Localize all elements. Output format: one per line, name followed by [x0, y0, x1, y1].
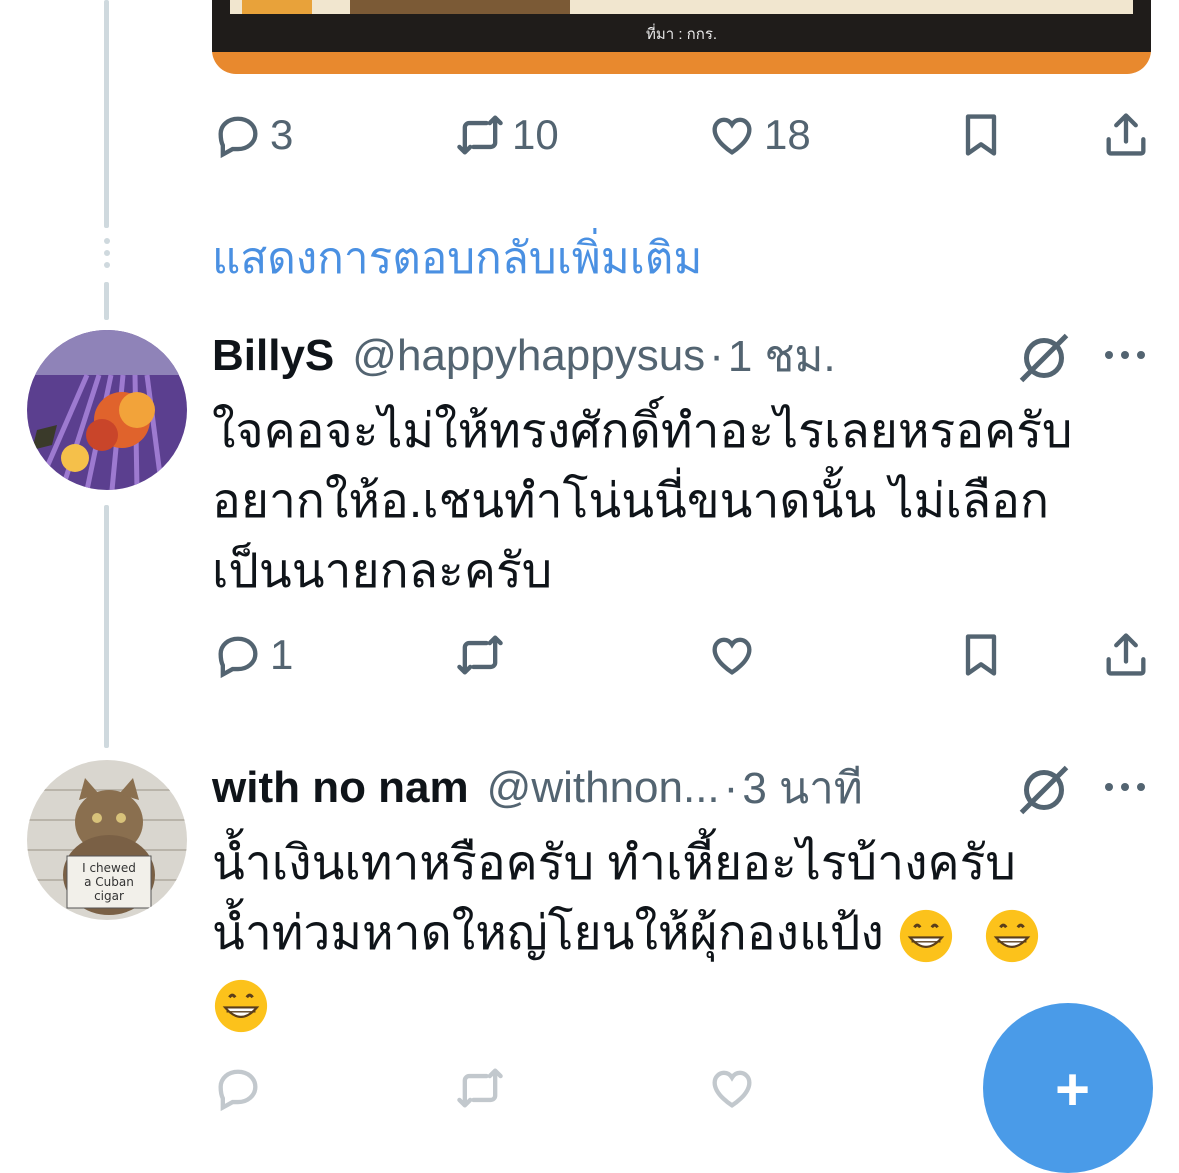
tweet-media-card[interactable]: ที่มา : กกร. — [212, 0, 1151, 74]
tweet-text-line: ใจคอจะไม่ให้ทรงศักดิ์ทำอะไรเลยหรอครับ — [212, 405, 1073, 458]
reply-header: BillyS @happyhappysus · 1 ชม. — [212, 328, 836, 384]
reply-icon — [218, 116, 258, 159]
compose-button[interactable]: + — [983, 1003, 1153, 1173]
media-source-caption: ที่มา : กกร. — [645, 26, 718, 43]
bookmark-button[interactable] — [955, 105, 1007, 165]
like-icon — [712, 1070, 752, 1108]
reply-header: with no nam @withnon... · 3 นาที — [212, 760, 863, 816]
like-icon — [712, 637, 752, 675]
grinning-emoji-icon — [900, 910, 953, 963]
like-button[interactable] — [706, 1058, 758, 1118]
tweet-text-emoji-line — [212, 969, 1132, 1039]
grok-icon[interactable] — [1014, 328, 1074, 388]
retweet-icon — [457, 635, 503, 675]
retweet-icon — [457, 1068, 503, 1108]
reply-button[interactable]: 1 — [212, 625, 293, 685]
display-name[interactable]: with no nam — [212, 763, 469, 813]
avatar-image-cat-mugshot: I chewed a Cuban cigar — [27, 760, 187, 920]
avatar-sign-line: I chewed — [82, 861, 136, 875]
grok-icon[interactable] — [1014, 760, 1074, 820]
user-handle[interactable]: @withnon... — [487, 763, 720, 813]
avatar-image-lavender-fire — [27, 330, 187, 490]
reply-count: 3 — [270, 111, 294, 158]
reply-icon — [218, 636, 258, 679]
thread-line-top — [104, 0, 109, 228]
tweet-text-line: อยากให้อ.เชนทำโน่นนี่ขนาดนั้น ไม่เลือก — [212, 475, 1050, 528]
bookmark-button[interactable] — [955, 625, 1007, 685]
user-handle[interactable]: @happyhappysus — [352, 331, 705, 381]
tweet-text-line-with-emoji: น้ำท่วมหาดใหญ่โยนให้ผุ้กองแป้ง — [212, 899, 1132, 969]
grinning-emoji-icon — [985, 910, 1038, 963]
avatar[interactable] — [27, 330, 187, 490]
retweet-button[interactable] — [454, 625, 506, 685]
grinning-emoji-icon — [214, 980, 268, 1033]
share-button[interactable] — [1100, 105, 1152, 165]
timestamp[interactable]: 3 นาที — [742, 753, 862, 823]
media-strip — [230, 0, 1133, 14]
more-icon[interactable] — [1101, 772, 1149, 802]
separator-dot: · — [723, 763, 739, 812]
tweet-text-line: น้ำเงินเทาหรือครับ ทำเหี้ยอะไรบ้างครับ — [212, 837, 1016, 890]
retweet-button[interactable]: 10 — [454, 105, 559, 165]
more-icon[interactable] — [1101, 340, 1149, 370]
share-button[interactable] — [1100, 625, 1152, 685]
retweet-icon — [457, 115, 503, 155]
show-more-replies-link[interactable]: แสดงการตอบกลับเพิ่มเติม — [212, 223, 702, 293]
reply-button[interactable] — [212, 1058, 264, 1118]
tweet-text-line: เป็นนายกละครับ — [212, 545, 553, 598]
tweet-text: น้ำเงินเทาหรือครับ ทำเหี้ยอะไรบ้างครับ น… — [212, 829, 1132, 1039]
thread-line-lower — [104, 505, 109, 748]
reply-count: 1 — [270, 631, 294, 678]
avatar-sign-line: cigar — [94, 889, 124, 903]
bookmark-icon — [965, 114, 997, 156]
thread-line-mid — [104, 282, 109, 320]
reply-icon — [218, 1069, 258, 1112]
thread-dots — [103, 238, 111, 268]
timestamp[interactable]: 1 ชม. — [728, 321, 836, 391]
reply-button[interactable]: 3 — [212, 105, 293, 165]
top-tweet-actions: 3 10 18 — [212, 105, 1157, 165]
compose-plus-icon: + — [1055, 1056, 1091, 1123]
reply-actions: 1 — [212, 625, 1157, 685]
display-name[interactable]: BillyS — [212, 331, 334, 381]
like-button[interactable]: 18 — [706, 105, 811, 165]
tweet-text: ใจคอจะไม่ให้ทรงศักดิ์ทำอะไรเลยหรอครับ อย… — [212, 397, 1132, 607]
media-image: ที่มา : กกร. — [212, 0, 1151, 52]
avatar-sign-line: a Cuban — [84, 875, 134, 889]
avatar[interactable]: I chewed a Cuban cigar — [27, 760, 187, 920]
retweet-button[interactable] — [454, 1058, 506, 1118]
retweet-count: 10 — [512, 111, 559, 158]
like-icon — [712, 117, 752, 155]
share-icon — [1106, 113, 1146, 156]
tweet-text-line: น้ำท่วมหาดใหญ่โยนให้ผุ้กองแป้ง — [212, 907, 884, 960]
share-icon — [1106, 633, 1146, 676]
bookmark-icon — [965, 634, 997, 676]
separator-dot: · — [709, 331, 724, 380]
like-button[interactable] — [706, 625, 758, 685]
like-count: 18 — [764, 111, 811, 158]
